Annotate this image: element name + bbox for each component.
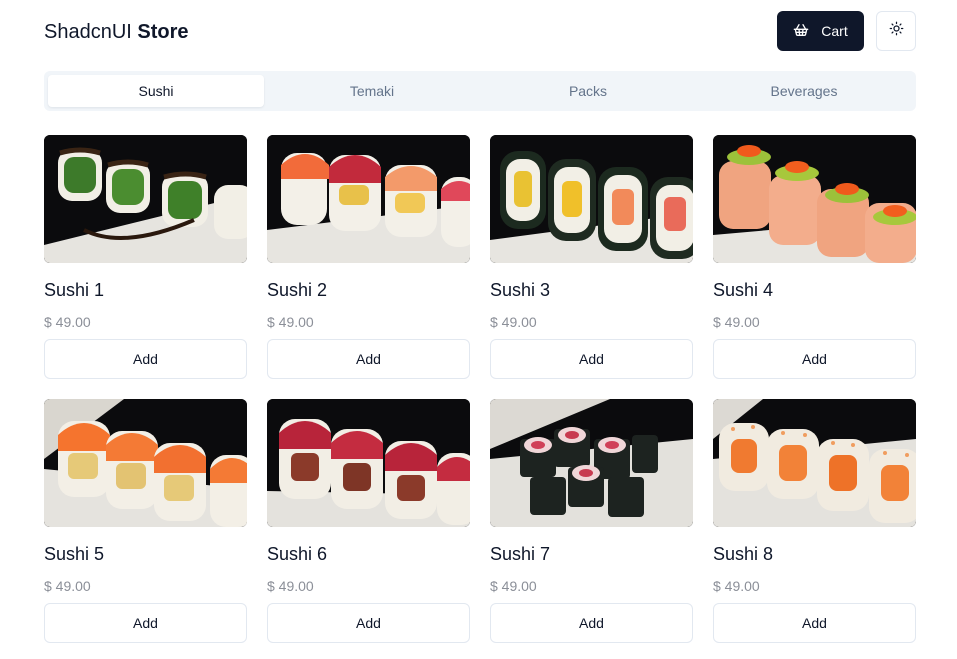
product-name: Sushi 5 [44, 544, 105, 564]
add-to-cart-button[interactable]: Add [713, 339, 916, 379]
product-price: $ 49.00 [44, 314, 91, 330]
tab-sushi[interactable]: Sushi [48, 75, 264, 107]
store-brand: ShadcnUI Store [44, 21, 189, 43]
product-price: $ 49.00 [267, 314, 314, 330]
product-card: Sushi 6 $ 49.00 Add [267, 399, 470, 643]
header: ShadcnUI Store Cart [44, 11, 916, 51]
product-image[interactable] [713, 399, 916, 527]
product-name: Sushi 6 [267, 544, 328, 564]
product-image[interactable] [713, 135, 916, 263]
product-price: $ 49.00 [713, 314, 760, 330]
product-name: Sushi 7 [490, 544, 551, 564]
product-name: Sushi 2 [267, 280, 328, 300]
product-card: Sushi 5 $ 49.00 Add [44, 399, 247, 643]
product-card: Sushi 1 $ 49.00 Add [44, 135, 247, 379]
add-to-cart-button[interactable]: Add [44, 339, 247, 379]
brand-name: ShadcnUI [44, 21, 132, 43]
tab-temaki[interactable]: Temaki [264, 75, 480, 107]
product-grid: Sushi 1 $ 49.00 Add Sushi 2 $ 49.00 Add … [44, 135, 916, 643]
product-name: Sushi 1 [44, 280, 105, 300]
product-name: Sushi 8 [713, 544, 774, 564]
shopping-basket-icon [793, 22, 809, 41]
product-image[interactable] [44, 399, 247, 527]
category-tabs: Sushi Temaki Packs Beverages [44, 71, 916, 111]
add-to-cart-button[interactable]: Add [267, 339, 470, 379]
product-card: Sushi 4 $ 49.00 Add [713, 135, 916, 379]
cart-label: Cart [821, 23, 848, 39]
product-price: $ 49.00 [490, 578, 537, 594]
add-to-cart-button[interactable]: Add [267, 603, 470, 643]
sun-icon [889, 21, 904, 41]
tab-beverages[interactable]: Beverages [696, 75, 912, 107]
product-card: Sushi 2 $ 49.00 Add [267, 135, 470, 379]
tab-packs[interactable]: Packs [480, 75, 696, 107]
product-price: $ 49.00 [267, 578, 314, 594]
theme-toggle-button[interactable] [876, 11, 916, 51]
product-price: $ 49.00 [44, 578, 91, 594]
product-name: Sushi 4 [713, 280, 774, 300]
add-to-cart-button[interactable]: Add [44, 603, 247, 643]
add-to-cart-button[interactable]: Add [490, 339, 693, 379]
product-card: Sushi 3 $ 49.00 Add [490, 135, 693, 379]
brand-store: Store [137, 21, 189, 43]
product-image[interactable] [490, 135, 693, 263]
product-price: $ 49.00 [490, 314, 537, 330]
cart-button[interactable]: Cart [777, 11, 864, 51]
product-image[interactable] [44, 135, 247, 263]
add-to-cart-button[interactable]: Add [490, 603, 693, 643]
product-price: $ 49.00 [713, 578, 760, 594]
product-image[interactable] [267, 135, 470, 263]
product-name: Sushi 3 [490, 280, 551, 300]
product-card: Sushi 7 $ 49.00 Add [490, 399, 693, 643]
product-image[interactable] [490, 399, 693, 527]
product-card: Sushi 8 $ 49.00 Add [713, 399, 916, 643]
product-image[interactable] [267, 399, 470, 527]
add-to-cart-button[interactable]: Add [713, 603, 916, 643]
